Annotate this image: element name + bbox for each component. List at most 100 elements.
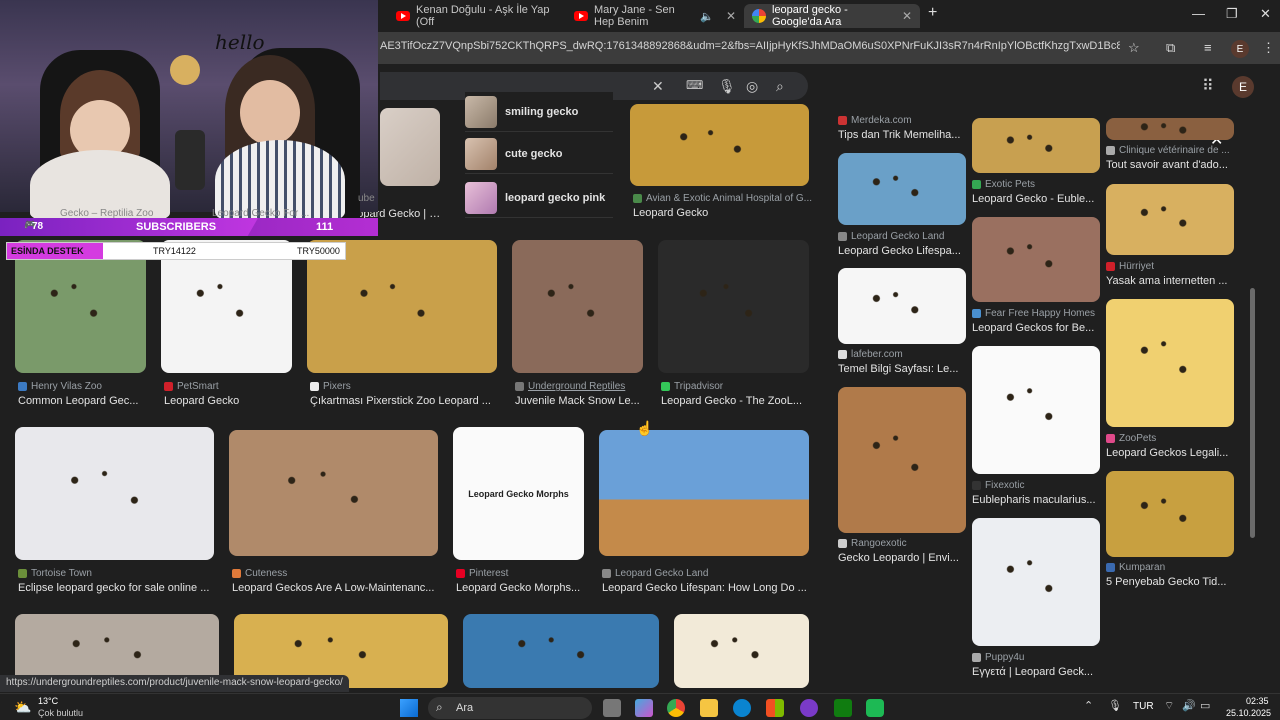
result-title[interactable]: 5 Penyebab Gecko Tid...: [1106, 576, 1232, 588]
result-title[interactable]: Leopard Gecko: [164, 395, 292, 407]
site-favicon-icon: [602, 569, 611, 578]
copilot-icon[interactable]: [635, 699, 653, 717]
clock-date[interactable]: 25.10.2025: [1226, 708, 1271, 718]
result-title[interactable]: Leopard Geckos for Be...: [972, 322, 1098, 334]
result-title[interactable]: Leopard Gecko: [633, 207, 803, 219]
result-title[interactable]: Eclipse leopard gecko for sale online ..…: [18, 582, 214, 594]
mic-icon[interactable]: 🎙: [1108, 699, 1122, 712]
apps-grid-icon[interactable]: ⠿: [1202, 76, 1214, 96]
image-result[interactable]: [838, 387, 966, 533]
image-result[interactable]: [674, 614, 809, 688]
weather-desc[interactable]: Çok bulutlu: [38, 708, 83, 718]
image-result[interactable]: [838, 268, 966, 344]
xbox-icon[interactable]: [834, 699, 852, 717]
image-result[interactable]: [972, 518, 1100, 646]
result-title[interactable]: Εγγετά | Leopard Geck...: [972, 666, 1098, 678]
chip-thumbnail: [465, 137, 497, 170]
new-tab-button[interactable]: +: [928, 4, 937, 22]
result-title[interactable]: Tout savoir avant d'ado...: [1106, 159, 1232, 171]
result-title[interactable]: Eublepharis macularius...: [972, 494, 1098, 506]
start-icon[interactable]: [400, 699, 418, 717]
image-result[interactable]: Leopard Gecko Morphs: [453, 427, 584, 560]
profile-avatar[interactable]: E: [1231, 40, 1249, 58]
image-result[interactable]: [972, 346, 1100, 474]
search-icon[interactable]: ⌕: [776, 78, 784, 95]
google-profile-avatar[interactable]: E: [1232, 76, 1254, 98]
result-title[interactable]: Çıkartması Pixerstick Zoo Leopard ...: [310, 395, 496, 407]
image-result[interactable]: [380, 108, 440, 186]
result-title[interactable]: Leopard Gecko - Euble...: [972, 193, 1098, 205]
tab-leopard-gecko[interactable]: leopard gecko - Google'da Ara ✕: [744, 4, 920, 28]
clock-time[interactable]: 02:35: [1246, 696, 1269, 706]
result-title[interactable]: Yasak ama internetten ...: [1106, 275, 1232, 287]
weather-icon[interactable]: ⛅: [14, 699, 31, 716]
site-favicon-icon: [18, 382, 27, 391]
store-icon[interactable]: [766, 699, 784, 717]
related-chip-leopard-gecko-pink[interactable]: leopard gecko pink: [465, 178, 613, 218]
image-result[interactable]: [972, 118, 1100, 173]
result-title[interactable]: Juvenile Mack Snow Le...: [515, 395, 643, 407]
close-window-button[interactable]: ✕: [1260, 6, 1271, 22]
image-result[interactable]: [1106, 184, 1234, 255]
result-title[interactable]: Gecko Leopardo | Envi...: [838, 552, 964, 564]
edge-icon[interactable]: [733, 699, 751, 717]
menu-icon[interactable]: ⋮: [1262, 40, 1275, 56]
battery-icon[interactable]: ▭: [1200, 699, 1210, 712]
tray-chevron-icon[interactable]: ⌃: [1084, 699, 1093, 712]
minimize-button[interactable]: —: [1192, 6, 1205, 21]
image-result[interactable]: [512, 240, 643, 373]
result-title[interactable]: Leopard Gecko Morphs...: [456, 582, 584, 594]
image-result[interactable]: [599, 430, 809, 556]
related-chip-cute-gecko[interactable]: cute gecko: [465, 134, 613, 174]
language-indicator[interactable]: TUR: [1133, 701, 1154, 712]
image-result[interactable]: [229, 430, 438, 556]
keyboard-icon[interactable]: ⌨: [686, 78, 703, 92]
volume-icon[interactable]: 🔊: [1182, 699, 1196, 712]
speaker-icon[interactable]: 🔈: [700, 10, 714, 23]
chrome-icon[interactable]: [667, 699, 685, 717]
image-result[interactable]: [972, 217, 1100, 302]
star-icon[interactable]: ☆: [1128, 40, 1140, 56]
site-favicon-icon: [838, 232, 847, 241]
image-result[interactable]: [1106, 118, 1234, 140]
extensions-icon[interactable]: ⧉: [1166, 40, 1175, 56]
result-title[interactable]: Common Leopard Gec...: [18, 395, 146, 407]
image-result[interactable]: [1106, 299, 1234, 427]
restore-button[interactable]: ❐: [1226, 6, 1238, 22]
media-icon[interactable]: ≡: [1204, 40, 1212, 55]
clear-icon[interactable]: ✕: [652, 78, 664, 95]
side-panel-scrollbar[interactable]: [1249, 118, 1257, 674]
tab-kenan[interactable]: Kenan Doğulu - Aşk İle Yap (Off: [388, 4, 566, 28]
image-result[interactable]: [463, 614, 659, 688]
mic-icon[interactable]: 🎙: [718, 78, 736, 95]
lens-icon[interactable]: ◎: [746, 78, 758, 95]
file-explorer-icon[interactable]: [700, 699, 718, 717]
subs-label: SUBSCRIBERS: [136, 221, 217, 233]
weather-temp[interactable]: 13°C: [38, 696, 58, 706]
result-title[interactable]: Leopard Gecko Lifespa...: [838, 245, 964, 257]
result-title[interactable]: Tips dan Trik Memeliha...: [838, 129, 964, 141]
result-title[interactable]: Leopard Gecko - The ZooL...: [661, 395, 809, 407]
image-result[interactable]: [838, 153, 966, 225]
tab-mary-jane[interactable]: Mary Jane - Sen Hep Benim 🔈 ✕: [566, 4, 744, 28]
image-result[interactable]: [15, 427, 214, 560]
app-icon[interactable]: [800, 699, 818, 717]
address-bar[interactable]: AE3TifOczZ7VQnpSbi752CKThQRPS_dwRQ:17613…: [380, 40, 1120, 52]
close-tab-icon[interactable]: ✕: [902, 9, 912, 23]
chip-label: cute gecko: [505, 147, 563, 160]
taskbar-search[interactable]: ⌕ Ara: [428, 697, 592, 719]
related-chip-smiling-gecko[interactable]: smiling gecko: [465, 92, 613, 132]
image-result[interactable]: [630, 104, 809, 186]
result-title[interactable]: Leopard Geckos Legali...: [1106, 447, 1232, 459]
image-result[interactable]: [1106, 471, 1234, 557]
close-tab-icon[interactable]: ✕: [726, 9, 736, 23]
app-icon[interactable]: [866, 699, 884, 717]
result-title[interactable]: Temel Bilgi Sayfası: Le...: [838, 363, 964, 375]
wifi-icon[interactable]: ⌔: [1164, 699, 1174, 713]
link-status-bar: https://undergroundreptiles.com/product/…: [0, 675, 349, 692]
result-title[interactable]: Leopard Gecko Lifespan: How Long Do ...: [602, 582, 808, 594]
site-favicon-icon: [633, 194, 642, 203]
task-view-icon[interactable]: [603, 699, 621, 717]
result-title[interactable]: Leopard Geckos Are A Low-Maintenanc...: [232, 582, 438, 594]
image-result[interactable]: [658, 240, 809, 373]
